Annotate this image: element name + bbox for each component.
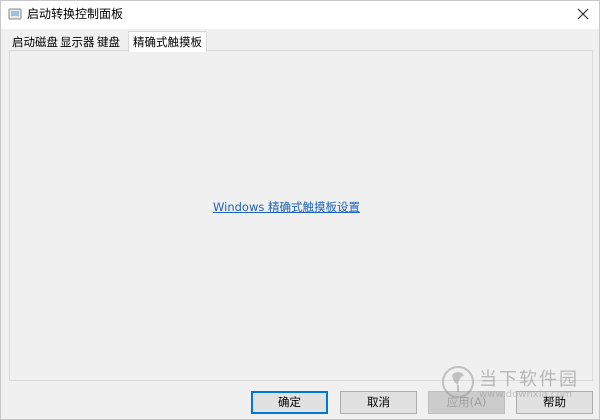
title-bar[interactable]: 启动转换控制面板 — [1, 1, 599, 29]
app-icon — [8, 8, 22, 20]
bootcamp-control-panel-window: 启动转换控制面板 启动磁盘 显示器 键盘 精确式触摸板 Windows 精确式触… — [0, 0, 600, 420]
tab-startup-disk[interactable]: 启动磁盘 — [12, 34, 58, 51]
close-icon — [577, 8, 589, 20]
ok-button[interactable]: 确定 — [251, 391, 328, 414]
tab-panel: Windows 精确式触摸板设置 — [9, 50, 593, 381]
tab-display[interactable]: 显示器 — [60, 34, 95, 51]
tab-strip: 启动磁盘 显示器 键盘 精确式触摸板 — [9, 31, 593, 52]
cancel-button[interactable]: 取消 — [340, 391, 417, 414]
tab-keyboard[interactable]: 键盘 — [97, 34, 120, 51]
help-button[interactable]: 帮助 — [516, 391, 593, 414]
tab-precision-touchpad[interactable]: 精确式触摸板 — [128, 31, 207, 52]
window-title: 启动转换控制面板 — [27, 7, 124, 21]
touchpad-settings-link[interactable]: Windows 精确式触摸板设置 — [213, 199, 360, 215]
close-button[interactable] — [565, 1, 599, 27]
apply-button[interactable]: 应用(A) — [428, 391, 505, 414]
